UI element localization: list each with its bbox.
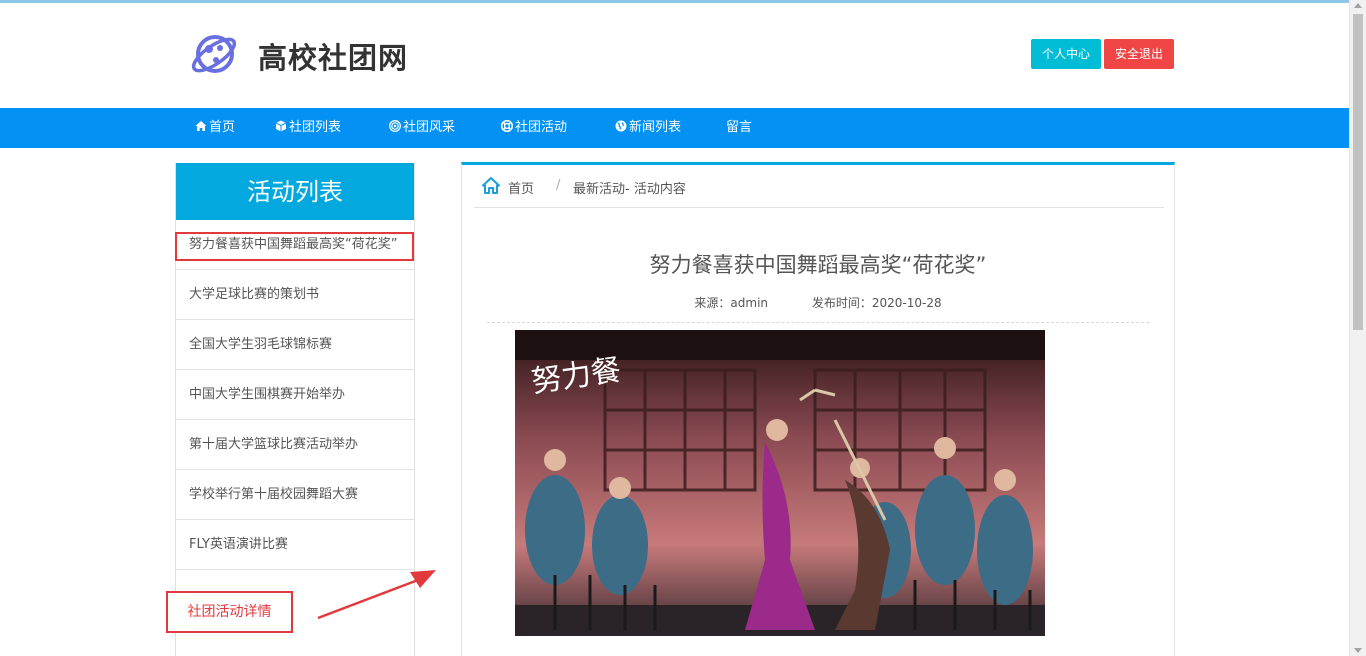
nav-item-club-list[interactable]: 社团列表 [275,108,341,148]
article-meta: 来源：admin 发布时间：2020-10-28 [462,294,1174,311]
breadcrumb-current: 最新活动- 活动内容 [573,182,686,197]
main-nav: 首页 社团列表 社团风采 社团活动 新闻列表 留言 [0,108,1349,148]
user-center-button[interactable]: 个人中心 [1031,39,1101,69]
annotation-arrow-icon [317,570,436,620]
home-icon [195,121,207,131]
nav-label: 首页 [209,120,236,135]
article-image: 努力餐 [515,330,1045,636]
article-panel: 首页 / 最新活动- 活动内容 努力餐喜获中国舞蹈最高奖“荷花奖” 来源：adm… [461,162,1175,656]
support-icon [501,120,513,132]
site-header: 高校社团网 个人中心 安全退出 [0,3,1349,108]
sidebar-title: 活动列表 [176,163,414,220]
breadcrumb: 首页 / 最新活动- 活动内容 [474,165,1164,208]
target-icon [389,120,401,132]
sidebar-item[interactable]: 第十届大学篮球比赛活动举办 [176,420,414,470]
nav-label: 社团风采 [403,120,456,135]
highlight-box [175,232,414,261]
nav-label: 社团活动 [515,120,568,135]
article-date: 发布时间：2020-10-28 [811,296,942,310]
page-scrollbar[interactable] [1349,0,1366,656]
cube-icon [275,120,287,132]
scroll-up-arrow-icon[interactable] [1354,3,1362,8]
scroll-down-arrow-icon[interactable] [1354,648,1362,653]
annotation-label: 社团活动详情 [166,591,293,633]
logout-button[interactable]: 安全退出 [1104,39,1174,69]
dance-performance-photo: 努力餐 [515,330,1045,636]
nav-item-home[interactable]: 首页 [195,108,235,148]
breadcrumb-home-link[interactable]: 首页 [508,178,534,197]
site-title: 高校社团网 [258,41,409,75]
sidebar-item[interactable]: 中国大学生围棋赛开始举办 [176,370,414,420]
nav-item-message[interactable]: 留言 [726,108,752,148]
nav-item-club-activities[interactable]: 社团活动 [501,108,567,148]
sidebar-item[interactable]: 大学足球比赛的策划书 [176,270,414,320]
nav-label: 新闻列表 [629,120,682,135]
breadcrumb-separator: / [556,178,561,193]
nav-item-club-style[interactable]: 社团风采 [389,108,455,148]
divider [487,322,1149,323]
nav-label: 社团列表 [289,120,342,135]
article-source: 来源：admin [694,296,769,310]
planet-logo-icon [191,35,237,73]
nav-item-news-list[interactable]: 新闻列表 [615,108,681,148]
scrollbar-thumb[interactable] [1353,14,1363,330]
article-title: 努力餐喜获中国舞蹈最高奖“荷花奖” [649,253,987,277]
globe-icon [615,120,627,132]
nav-label: 留言 [726,120,753,135]
sidebar-item[interactable]: 学校举行第十届校园舞蹈大赛 [176,470,414,520]
sidebar-item[interactable]: 全国大学生羽毛球锦标赛 [176,320,414,370]
home-icon [482,177,500,194]
